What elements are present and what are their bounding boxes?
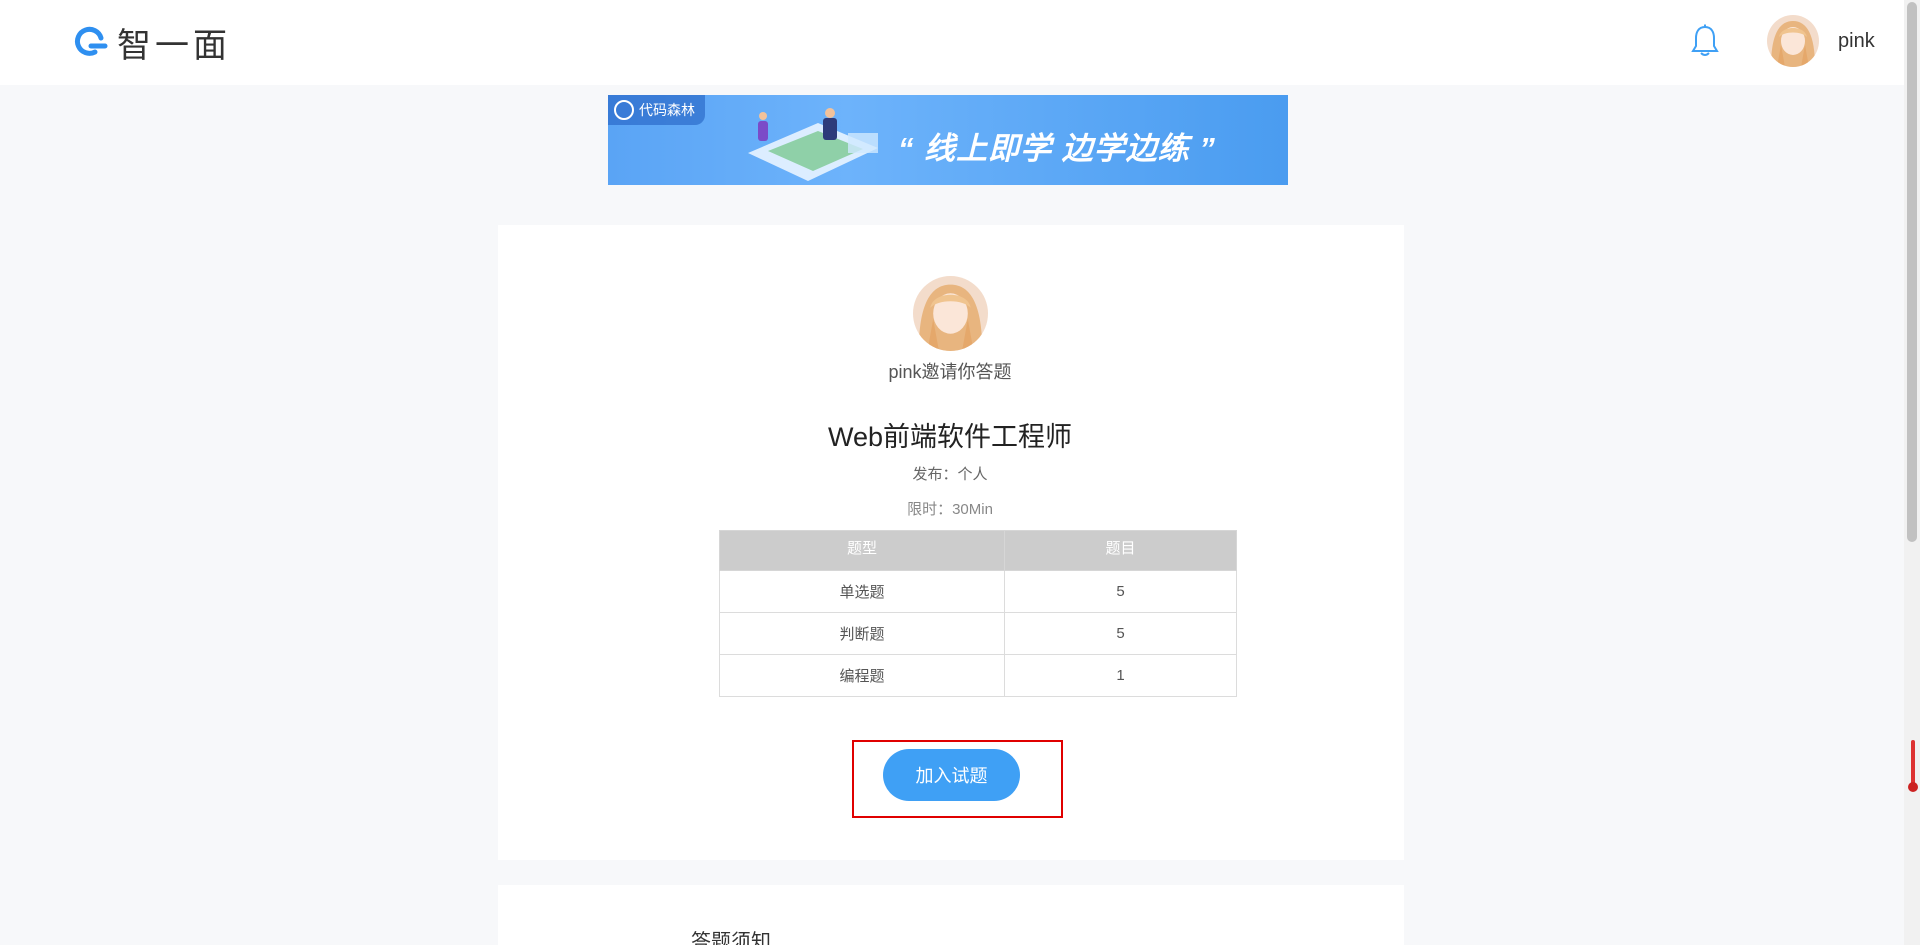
question-count-cell: 5 — [1004, 570, 1237, 613]
banner-slogan: “ 线上即学 边学边练 ” — [898, 131, 1216, 166]
banner-badge: 代码森林 — [608, 95, 705, 125]
avatar[interactable] — [1767, 15, 1819, 67]
exam-title: Web前端软件工程师 — [827, 422, 1073, 452]
logo-text: 智一面 — [117, 25, 231, 66]
question-type-cell: 编程题 — [719, 654, 1005, 697]
column-header-count: 题目 — [1004, 530, 1237, 571]
invite-text: pink邀请你答题 — [888, 362, 1012, 382]
username[interactable]: pink — [1838, 30, 1875, 53]
avatar-image — [1767, 15, 1819, 67]
exam-time-limit: 限时：30Min — [907, 501, 993, 518]
question-type-cell: 判断题 — [719, 612, 1005, 655]
question-count-cell: 1 — [1004, 654, 1237, 697]
code-forest-icon — [614, 100, 634, 120]
question-type-table: 题型 题目 单选题 5 判断题 5 编程题 1 — [719, 530, 1237, 697]
inviter-avatar-image — [913, 276, 988, 351]
table-header-row: 题型 题目 — [719, 530, 1237, 571]
join-exam-button[interactable]: 加入试题 — [883, 749, 1020, 801]
promo-banner[interactable]: 代码森林 “ 线上即学 边学边练 ” — [608, 95, 1288, 185]
exam-publisher: 发布：个人 — [912, 466, 988, 483]
thermometer-icon — [1908, 740, 1918, 792]
scrollbar-thumb[interactable] — [1907, 2, 1917, 542]
top-navbar: 智一面 pink — [0, 0, 1904, 85]
question-count-cell: 5 — [1004, 612, 1237, 655]
inviter-avatar — [913, 276, 988, 351]
bell-icon[interactable] — [1690, 24, 1720, 58]
study-illustration-icon — [748, 108, 878, 181]
question-type-cell: 单选题 — [719, 570, 1005, 613]
table-row: 判断题 5 — [719, 612, 1237, 655]
notice-card — [498, 885, 1404, 945]
notice-title: 答题须知 — [691, 931, 771, 945]
table-row: 单选题 5 — [719, 570, 1237, 613]
column-header-type: 题型 — [719, 530, 1005, 571]
banner-badge-text: 代码森林 — [639, 102, 695, 118]
table-row: 编程题 1 — [719, 654, 1237, 697]
logo-icon — [74, 26, 108, 56]
logo[interactable]: 智一面 — [71, 24, 231, 66]
